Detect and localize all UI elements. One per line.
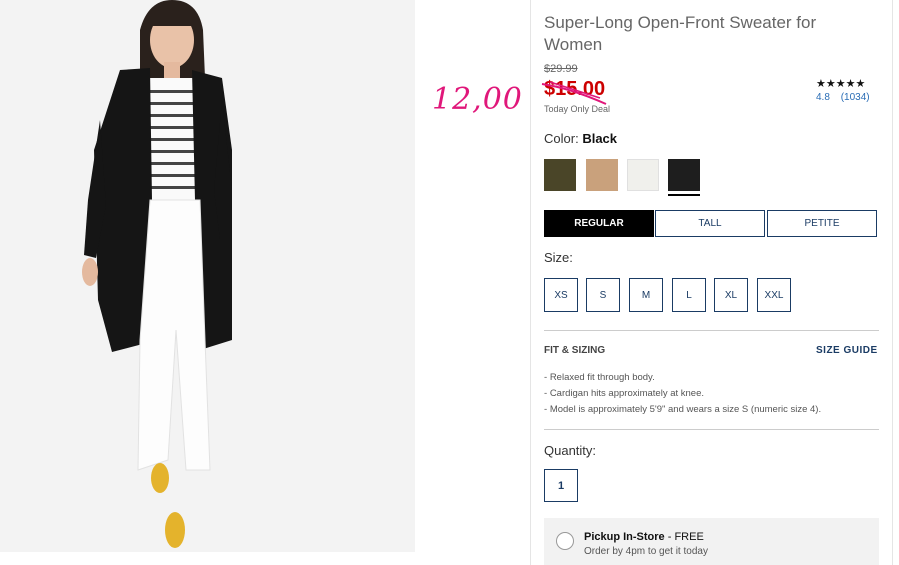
- pickup-free-label: - FREE: [664, 531, 704, 543]
- fit-sizing-title: FIT & SIZING: [544, 345, 606, 356]
- quantity-label: Quantity:: [544, 443, 597, 458]
- fit-tab-tall[interactable]: TALL: [655, 210, 765, 237]
- size-guide-link[interactable]: SIZE GUIDE: [816, 345, 878, 356]
- fit-tab-petite[interactable]: PETITE: [767, 210, 877, 237]
- selected-color: Black: [582, 131, 618, 146]
- size-button-xxl[interactable]: XXL: [757, 278, 791, 312]
- color-swatch-olive[interactable]: [544, 159, 576, 191]
- pickup-in-store-option[interactable]: Pickup In-Store - FREE Order by 4pm to g…: [544, 518, 879, 565]
- rating-stars-icon[interactable]: ★★★★★: [816, 77, 865, 90]
- list-item: Model is approximately 5'9" and wears a …: [544, 402, 821, 418]
- divider: [544, 330, 879, 331]
- rating-summary[interactable]: 4.8 (1034): [816, 92, 878, 103]
- size-button-l[interactable]: L: [672, 278, 706, 312]
- handwritten-price-note: 12,00: [432, 82, 523, 117]
- divider: [544, 429, 879, 430]
- deal-label: Today Only Deal: [544, 104, 611, 114]
- sale-price: $15.00: [544, 78, 606, 100]
- color-swatch-camel[interactable]: [586, 159, 618, 191]
- product-title: Super-Long Open-Front Sweater for Women: [544, 13, 817, 54]
- size-button-xl[interactable]: XL: [714, 278, 748, 312]
- fit-tab-regular[interactable]: REGULAR: [544, 210, 654, 237]
- list-item: Relaxed fit through body.: [544, 370, 821, 386]
- review-count: (1034): [840, 92, 870, 103]
- product-details-panel: Super-Long Open-Front Sweater for Women …: [530, 0, 893, 565]
- size-label: Size:: [544, 250, 573, 265]
- pickup-subtitle: Order by 4pm to get it today: [584, 546, 708, 557]
- pickup-title-row: Pickup In-Store - FREE: [584, 531, 704, 543]
- size-button-s[interactable]: S: [586, 278, 620, 312]
- pickup-radio[interactable]: [556, 532, 574, 550]
- color-swatch-ivory[interactable]: [627, 159, 659, 191]
- color-label-row: Color: Black: [544, 131, 617, 146]
- pickup-title: Pickup In-Store: [584, 531, 665, 543]
- color-label: Color:: [544, 131, 579, 146]
- quantity-input[interactable]: 1: [544, 469, 578, 502]
- fit-details-list: Relaxed fit through body. Cardigan hits …: [544, 370, 821, 418]
- list-item: Cardigan hits approximately at knee.: [544, 386, 821, 402]
- sale-price-wrap: $15.00: [541, 78, 607, 105]
- rating-value: 4.8: [816, 92, 830, 103]
- size-button-m[interactable]: M: [629, 278, 663, 312]
- original-price: $29.99: [544, 63, 578, 75]
- product-image[interactable]: [0, 0, 415, 552]
- size-button-xs[interactable]: XS: [544, 278, 578, 312]
- color-swatch-black[interactable]: [668, 159, 700, 196]
